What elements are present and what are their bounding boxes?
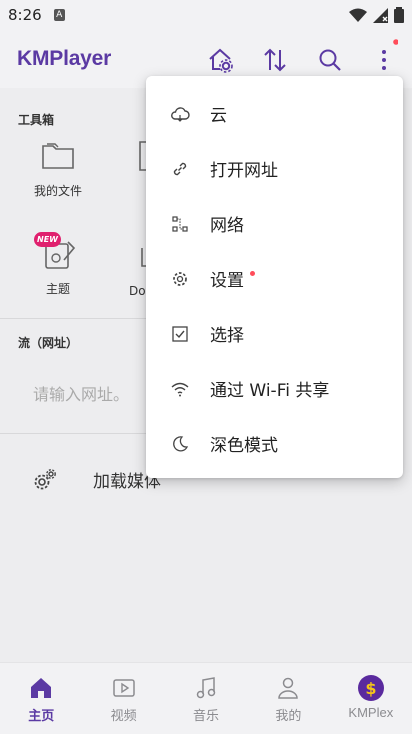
wifi-icon (170, 379, 190, 399)
gears-icon (34, 468, 56, 489)
video-icon (112, 679, 135, 697)
gear-icon (170, 269, 190, 289)
menu-item-open-url[interactable]: 打开网址 (146, 141, 403, 196)
menu-item-cloud[interactable]: 云 (146, 86, 403, 141)
overflow-menu: 云 打开网址 网络 设置 选择 通过 Wi-Fi 共享 深色模式 (146, 76, 403, 478)
menu-item-select[interactable]: 选择 (146, 306, 403, 361)
more-vert-icon[interactable] (370, 36, 398, 76)
divider (0, 318, 146, 319)
status-icons (349, 7, 404, 23)
tool-theme[interactable]: NEW 主题 (18, 232, 98, 297)
home-settings-icon[interactable] (206, 46, 234, 74)
settings-notification-dot (250, 271, 255, 276)
status-bar: 8:26 A (0, 0, 412, 30)
tool-my-files[interactable]: 我的文件 (18, 140, 98, 199)
menu-label: 打开网址 (210, 161, 278, 181)
menu-item-dark-mode[interactable]: 深色模式 (146, 416, 403, 471)
divider (0, 433, 146, 434)
cloud-icon (170, 104, 190, 124)
status-time: 8:26 (8, 6, 42, 24)
moon-icon (170, 434, 190, 454)
menu-item-settings[interactable]: 设置 (146, 251, 403, 306)
nav-item-music[interactable]: 音乐 (165, 663, 247, 734)
battery-icon (394, 7, 404, 23)
nav-item-my[interactable]: 我的 (247, 663, 329, 734)
menu-label: 网络 (210, 216, 244, 236)
home-icon (31, 678, 52, 698)
link-icon (170, 159, 190, 179)
search-icon[interactable] (316, 46, 344, 74)
toolbox-title: 工具箱 (18, 113, 55, 127)
wifi-status-icon (349, 8, 367, 22)
nav-label: 音乐 (193, 709, 220, 724)
notification-badge: A (53, 9, 65, 21)
nav-item-video[interactable]: 视频 (82, 663, 164, 734)
nav-label: KMPlex (348, 705, 394, 720)
nav-label: 我的 (275, 709, 302, 724)
bottom-nav: 主页 视频 音乐 我的 $ KMPlex (0, 662, 412, 734)
network-icon (170, 214, 190, 234)
svg-text:$: $ (365, 679, 376, 698)
tool-label: 主题 (45, 282, 70, 296)
menu-label: 选择 (210, 326, 244, 346)
tool-label: 我的文件 (33, 184, 82, 198)
menu-label: 云 (210, 106, 227, 126)
signal-icon (373, 7, 388, 23)
new-badge: NEW (34, 232, 61, 247)
menu-item-network[interactable]: 网络 (146, 196, 403, 251)
person-icon (278, 677, 299, 699)
menu-label: 深色模式 (210, 436, 278, 456)
nav-item-kmplex[interactable]: $ KMPlex (330, 663, 412, 734)
app-logo: KMPlayer (17, 47, 112, 70)
load-media-row[interactable]: 加载媒体 (33, 467, 161, 492)
nav-label: 主页 (28, 709, 55, 724)
menu-label: 设置 (210, 271, 244, 291)
folder-icon (42, 143, 74, 169)
menu-label: 通过 Wi-Fi 共享 (210, 381, 330, 401)
nav-label: 视频 (110, 709, 137, 724)
checkbox-icon (170, 324, 190, 344)
nav-item-home[interactable]: 主页 (0, 663, 82, 734)
stream-title: 流（网址） (18, 336, 79, 350)
menu-item-wifi-share[interactable]: 通过 Wi-Fi 共享 (146, 361, 403, 416)
dollar-icon: $ (357, 675, 384, 701)
music-icon (196, 677, 216, 699)
url-input[interactable]: 请输入网址。 (33, 381, 129, 405)
sort-icon[interactable] (261, 46, 289, 74)
